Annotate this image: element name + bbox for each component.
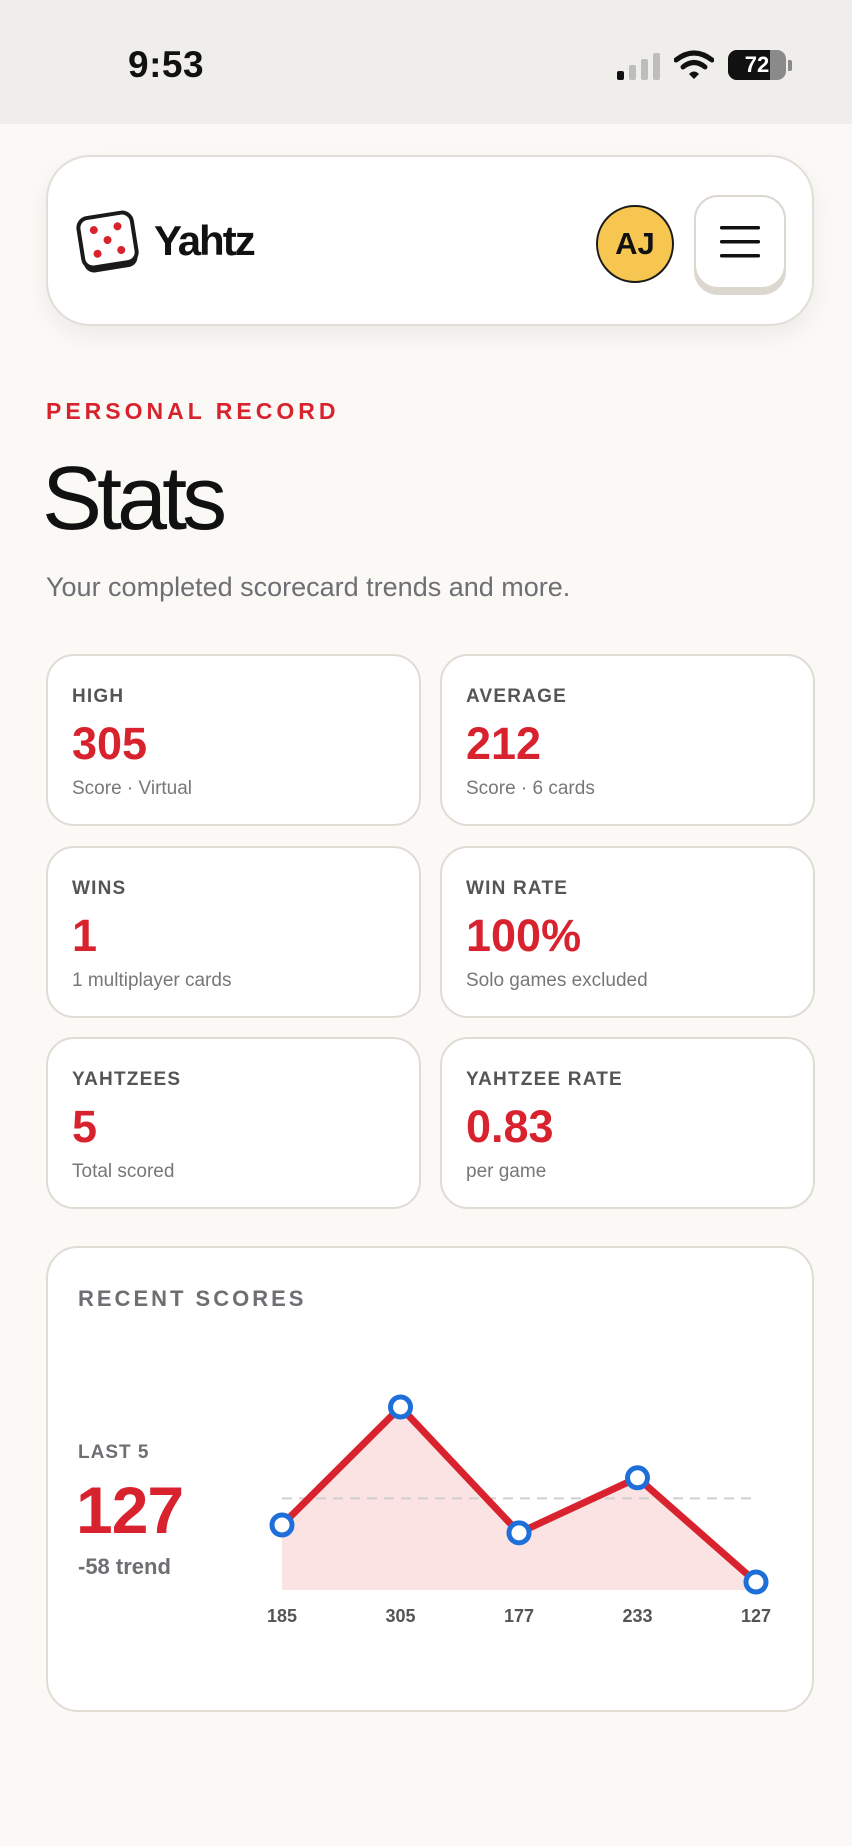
stat-label: AVERAGE [466,686,567,707]
x-tick-label: 127 [741,1606,771,1626]
cellular-signal-icon [617,50,660,80]
stat-note: per game [466,1161,547,1182]
recent-scores-chart: 185 305 177 233 127 [267,1394,771,1626]
hamburger-menu-icon [720,226,760,258]
stat-value: 212 [466,718,542,769]
brand-name[interactable]: Yahtz [154,217,256,265]
battery-cap [788,59,792,71]
stat-label: YAHTZEES [72,1069,182,1090]
status-bar: 9:53 72 [0,0,852,124]
x-tick-label: 233 [622,1606,652,1626]
stat-card-win-rate: WIN RATE 100% Solo games excluded [440,846,815,1018]
app-header: Yahtz AJ [46,155,814,326]
x-tick-label: 177 [504,1606,534,1626]
stat-label: WINS [72,878,127,899]
stat-card-yahtzee-rate: YAHTZEE RATE 0.83 per game [440,1037,815,1209]
stat-note: Score · 6 cards [466,778,595,799]
stat-note: Score · Virtual [72,778,193,799]
stat-value: 100% [466,910,582,961]
x-tick-label: 305 [385,1606,415,1626]
stat-note: Total scored [72,1161,175,1182]
menu-button[interactable] [694,195,786,289]
battery-percent: 72 [744,52,770,77]
stat-label: HIGH [72,686,125,707]
battery-icon: 72 [728,50,786,80]
stat-label: YAHTZEE RATE [466,1069,623,1090]
stat-card-yahtzees: YAHTZEES 5 Total scored [46,1037,421,1209]
stat-value: 5 [72,1101,98,1152]
stat-card-average: AVERAGE 212 Score · 6 cards [440,654,815,826]
stat-label: WIN RATE [466,878,569,899]
wifi-icon [674,50,714,79]
stat-value: 0.83 [466,1101,554,1152]
stat-value: 305 [72,718,148,769]
chart-point [743,1569,769,1595]
avatar[interactable]: AJ [596,205,674,283]
die-icon[interactable] [74,209,143,278]
stat-card-high: HIGH 305 Score · Virtual [46,654,421,826]
chart-point [625,1465,650,1491]
page-title: Stats [42,449,227,549]
status-time: 9:53 [128,44,205,85]
chart-point [269,1512,295,1538]
eyebrow-label: PERSONAL RECORD [46,398,340,424]
chart-point [506,1520,532,1546]
page-subtitle: Your completed scorecard trends and more… [46,572,571,602]
chart-point [388,1394,413,1420]
stat-note: 1 multiplayer cards [72,970,232,991]
stat-note: Solo games excluded [466,970,648,991]
stat-value: 1 [72,910,98,961]
status-icons: 72 [617,48,792,82]
x-tick-label: 185 [267,1606,297,1626]
recent-scores-card: RECENT SCORES LAST 5 127 -58 trend 185 30… [46,1246,814,1712]
stat-card-wins: WINS 1 1 multiplayer cards [46,846,421,1018]
